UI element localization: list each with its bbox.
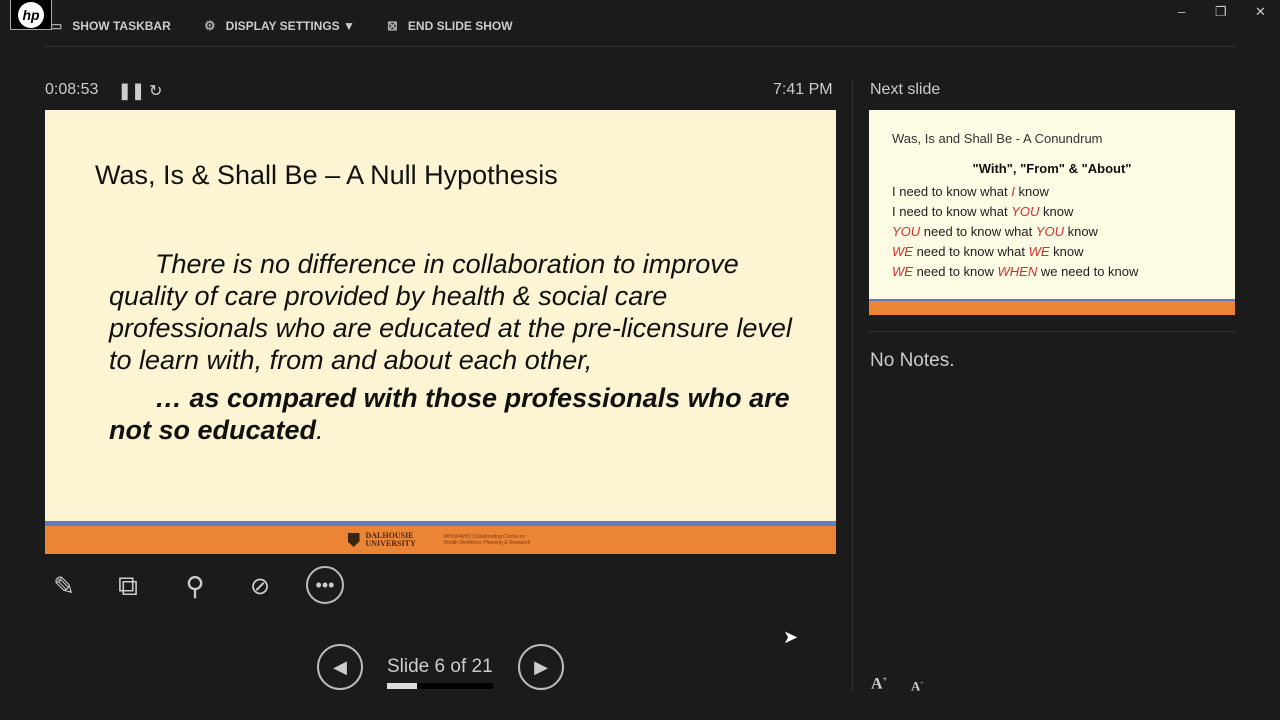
slide-body: There is no difference in collaboration … bbox=[109, 248, 809, 446]
centre-name: WHO/PAHO Collaborating Centre on Health … bbox=[443, 534, 531, 546]
restart-timer-icon[interactable]: ↻ bbox=[149, 81, 162, 101]
slide-progress-bar bbox=[387, 683, 493, 689]
label: SHOW TASKBAR bbox=[72, 19, 171, 33]
line-segment: know bbox=[1063, 224, 1098, 239]
end-show-icon: ⊠ bbox=[387, 18, 398, 33]
pen-icon[interactable]: ✎ bbox=[44, 566, 84, 606]
minimize-button[interactable]: – bbox=[1178, 4, 1185, 19]
line-segment: need to know what bbox=[920, 224, 1036, 239]
university-name: DALHOUSIE UNIVERSITY bbox=[365, 531, 416, 548]
label: DISPLAY SETTINGS ▼ bbox=[225, 19, 355, 33]
slide-footer: DALHOUSIE UNIVERSITY WHO/PAHO Collaborat… bbox=[45, 526, 836, 554]
next-slide-line: I need to know what YOU know bbox=[892, 202, 1138, 222]
line-segment: WHEN bbox=[997, 264, 1038, 279]
hypothesis-text: There is no difference in collaboration … bbox=[109, 249, 792, 375]
taskbar-icon: ▭ bbox=[50, 18, 63, 33]
black-screen-icon[interactable]: ⊘ bbox=[240, 566, 280, 606]
slide-counter[interactable]: Slide 6 of 21 bbox=[387, 656, 493, 678]
current-slide: Was, Is & Shall Be – A Null Hypothesis T… bbox=[45, 110, 836, 554]
next-slide-line: I need to know what I know bbox=[892, 182, 1138, 202]
line-segment: know bbox=[1049, 244, 1084, 259]
next-slide-line: WE need to know WHEN we need to know bbox=[892, 262, 1138, 282]
next-slide-line: WE need to know what WE know bbox=[892, 242, 1138, 262]
slide-title: Was, Is & Shall Be – A Null Hypothesis bbox=[95, 160, 558, 190]
line-segment: know bbox=[1039, 204, 1074, 219]
all-slides-icon[interactable]: ⧉ bbox=[108, 566, 148, 606]
next-slide-label: Next slide bbox=[870, 81, 941, 98]
close-button[interactable]: ✕ bbox=[1255, 4, 1266, 20]
divider bbox=[852, 80, 853, 690]
line-segment: WE bbox=[892, 244, 913, 259]
pause-icon[interactable]: ❚❚ bbox=[118, 81, 145, 101]
line-segment: I need to know what bbox=[892, 184, 1012, 199]
timer: 0:08:53 bbox=[45, 81, 99, 98]
restore-button[interactable]: ❐ bbox=[1215, 4, 1227, 20]
divider bbox=[869, 331, 1235, 332]
line-segment: YOU bbox=[1035, 224, 1064, 239]
clock: 7:41 PM bbox=[773, 81, 833, 98]
line-segment: WE bbox=[892, 264, 913, 279]
next-slide-button[interactable]: ▶ bbox=[518, 644, 564, 690]
next-slide-title: Was, Is and Shall Be - A Conundrum bbox=[892, 131, 1103, 146]
comparison-text: … as compared with those professionals w… bbox=[109, 383, 790, 445]
more-options-icon[interactable]: ••• bbox=[306, 566, 344, 604]
show-taskbar-button[interactable]: ▭ SHOW TASKBAR bbox=[50, 18, 171, 34]
line-segment: I need to know what bbox=[892, 204, 1012, 219]
label: END SLIDE SHOW bbox=[407, 19, 513, 33]
line-segment: need to know bbox=[912, 264, 998, 279]
progress-fill bbox=[387, 683, 418, 689]
line-segment: YOU bbox=[892, 224, 921, 239]
increase-font-button[interactable]: A+ bbox=[871, 675, 887, 693]
hp-logo: hp bbox=[10, 0, 52, 30]
next-slide-lines: I need to know what I know I need to know… bbox=[892, 182, 1138, 282]
previous-slide-button[interactable]: ◀ bbox=[317, 644, 363, 690]
display-settings-icon: ⚙ bbox=[204, 18, 216, 33]
crest-icon bbox=[347, 533, 360, 547]
zoom-icon[interactable]: ⚲ bbox=[175, 566, 215, 606]
line-segment: need to know what bbox=[912, 244, 1029, 259]
divider bbox=[45, 46, 1235, 47]
decrease-font-button[interactable]: A- bbox=[911, 678, 923, 694]
line-segment: know bbox=[1014, 184, 1049, 199]
next-slide-preview[interactable]: Was, Is and Shall Be - A Conundrum "With… bbox=[869, 110, 1235, 315]
slide-footer bbox=[869, 301, 1235, 315]
line-segment: we need to know bbox=[1037, 264, 1139, 279]
next-slide-heading: "With", "From" & "About" bbox=[972, 161, 1132, 176]
line-segment: WE bbox=[1028, 244, 1050, 259]
end-slide-show-button[interactable]: ⊠ END SLIDE SHOW bbox=[387, 18, 513, 34]
mouse-cursor-icon: ➤ bbox=[783, 627, 799, 647]
notes-text: No Notes. bbox=[870, 350, 955, 371]
next-slide-line: YOU need to know what YOU know bbox=[892, 222, 1138, 242]
display-settings-button[interactable]: ⚙ DISPLAY SETTINGS ▼ bbox=[204, 18, 355, 34]
line-segment: YOU bbox=[1011, 204, 1040, 219]
